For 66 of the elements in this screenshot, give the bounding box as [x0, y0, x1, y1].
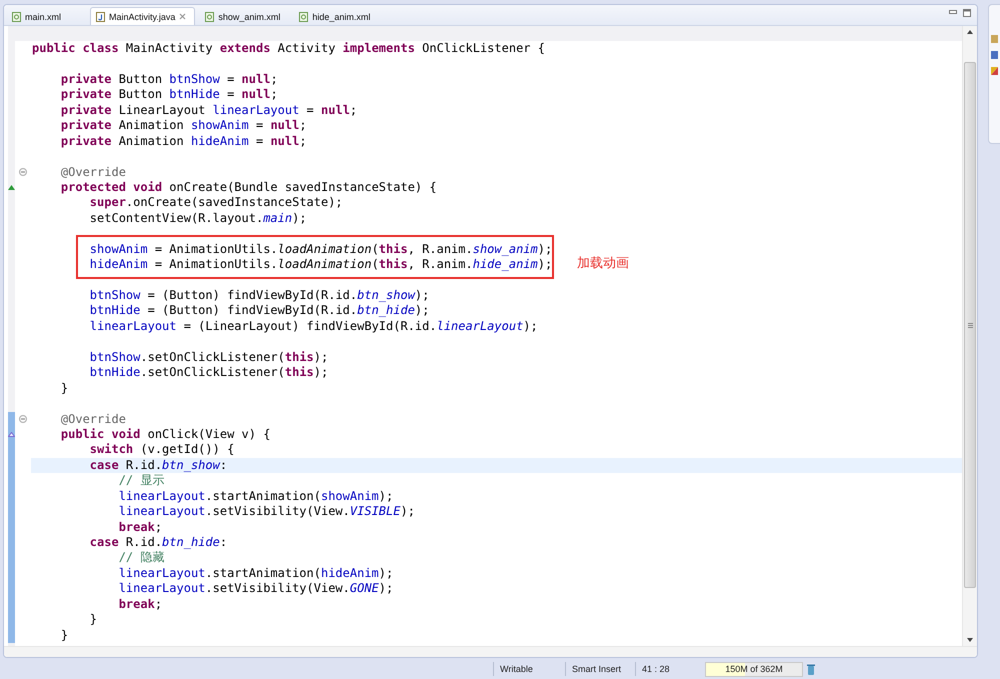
editor-tab[interactable]: hide_anim.xml	[293, 7, 380, 25]
code-line: @Override	[60, 412, 126, 427]
tab-label: hide_anim.xml	[312, 12, 370, 22]
code-line: super.onCreate(savedInstanceState);	[88, 195, 343, 211]
code-line: }	[60, 380, 68, 396]
java-file-icon	[96, 12, 105, 22]
tab-label: main.xml	[25, 12, 62, 22]
code-line: private Button btnHide = null;	[60, 87, 278, 103]
code-line: private Button btnShow = null;	[60, 72, 278, 88]
fold-icon[interactable]	[19, 415, 27, 424]
status-text: 41 : 28	[635, 662, 697, 676]
toolbar-icon[interactable]	[991, 67, 998, 75]
code-line: btnHide = (Button) findViewById(R.id.btn_hide);	[88, 303, 430, 319]
code-line: private LinearLayout linearLayout = null;	[60, 102, 358, 118]
code-line: break;	[118, 596, 162, 612]
code-line: btnShow = (Button) findViewById(R.id.btn_show);	[88, 288, 430, 304]
code-line: switch (v.getId()) {	[88, 442, 234, 458]
code-line: case R.id.btn_show:	[88, 458, 228, 474]
code-line: }	[88, 612, 98, 628]
code-line: // 隐藏	[118, 550, 164, 566]
code-line: linearLayout.setVisibility(View.VISIBLE);	[118, 504, 415, 520]
xml-file-icon	[12, 12, 21, 22]
code-line: setContentView(R.layout.main);	[88, 210, 307, 226]
code-line: public class MainActivity extends Activity implements OnClickListener {	[31, 41, 545, 56]
status-text: Writable	[493, 662, 565, 676]
code-line: private Animation hideAnim = null;	[60, 134, 307, 150]
scroll-down-icon[interactable]	[967, 638, 973, 642]
grip-icon	[968, 322, 972, 328]
editor-tab[interactable]: main.xml	[6, 7, 86, 25]
scrollbar-thumb[interactable]	[964, 62, 976, 588]
code-line: showAnim = AnimationUtils.loadAnimation(this, R.anim.show_anim);	[88, 242, 552, 258]
code-line: linearLayout.startAnimation(showAnim);	[118, 488, 394, 504]
code-line: break;	[118, 520, 162, 535]
annotation-label: 加载动画	[577, 254, 629, 272]
code-line: linearLayout.startAnimation(hideAnim);	[118, 566, 394, 582]
code-line: linearLayout.setVisibility(View.GONE);	[118, 581, 394, 597]
fold-icon[interactable]	[19, 168, 27, 176]
code-line: }	[60, 628, 68, 644]
code-line: @Override	[60, 164, 126, 180]
code-line: protected void onCreate(Bundle savedInstanceState) {	[60, 180, 437, 196]
horizontal-scrollbar[interactable]	[4, 646, 977, 657]
memory-text: 150M of 362M	[725, 664, 783, 674]
trash-icon[interactable]	[807, 664, 815, 674]
code-line: btnHide.setOnClickListener(this);	[88, 365, 328, 381]
code-line: linearLayout = (LinearLayout) findViewById(R.id.linearLayout);	[88, 318, 538, 334]
editor-tab[interactable]: MainActivity.java	[90, 7, 196, 25]
xml-file-icon	[205, 12, 214, 22]
code-line: // 显示	[118, 473, 164, 489]
scroll-up-icon[interactable]	[967, 30, 973, 34]
code-line: hideAnim = AnimationUtils.loadAnimation(this, R.anim.hide_anim);	[88, 257, 552, 273]
tab-label: show_anim.xml	[218, 12, 280, 22]
triangle-marker-icon	[8, 185, 15, 190]
code-line: case R.id.btn_hide:	[88, 535, 228, 550]
status-text: Smart Insert	[565, 662, 635, 676]
vertical-ruler	[8, 643, 15, 646]
maximize-icon[interactable]	[963, 9, 971, 17]
code-line: public void onClick(View v) {	[60, 426, 270, 442]
vertical-scrollbar[interactable]	[962, 26, 977, 646]
code-line: private Animation showAnim = null;	[60, 118, 307, 134]
triangle-marker-icon	[8, 432, 15, 438]
tab-label: MainActivity.java	[109, 12, 176, 22]
code-line: btnShow.setOnClickListener(this);	[88, 350, 328, 366]
editor-tab[interactable]: show_anim.xml	[199, 7, 290, 25]
minimize-icon[interactable]	[949, 9, 957, 15]
close-icon[interactable]	[179, 13, 186, 20]
xml-file-icon	[299, 12, 308, 22]
